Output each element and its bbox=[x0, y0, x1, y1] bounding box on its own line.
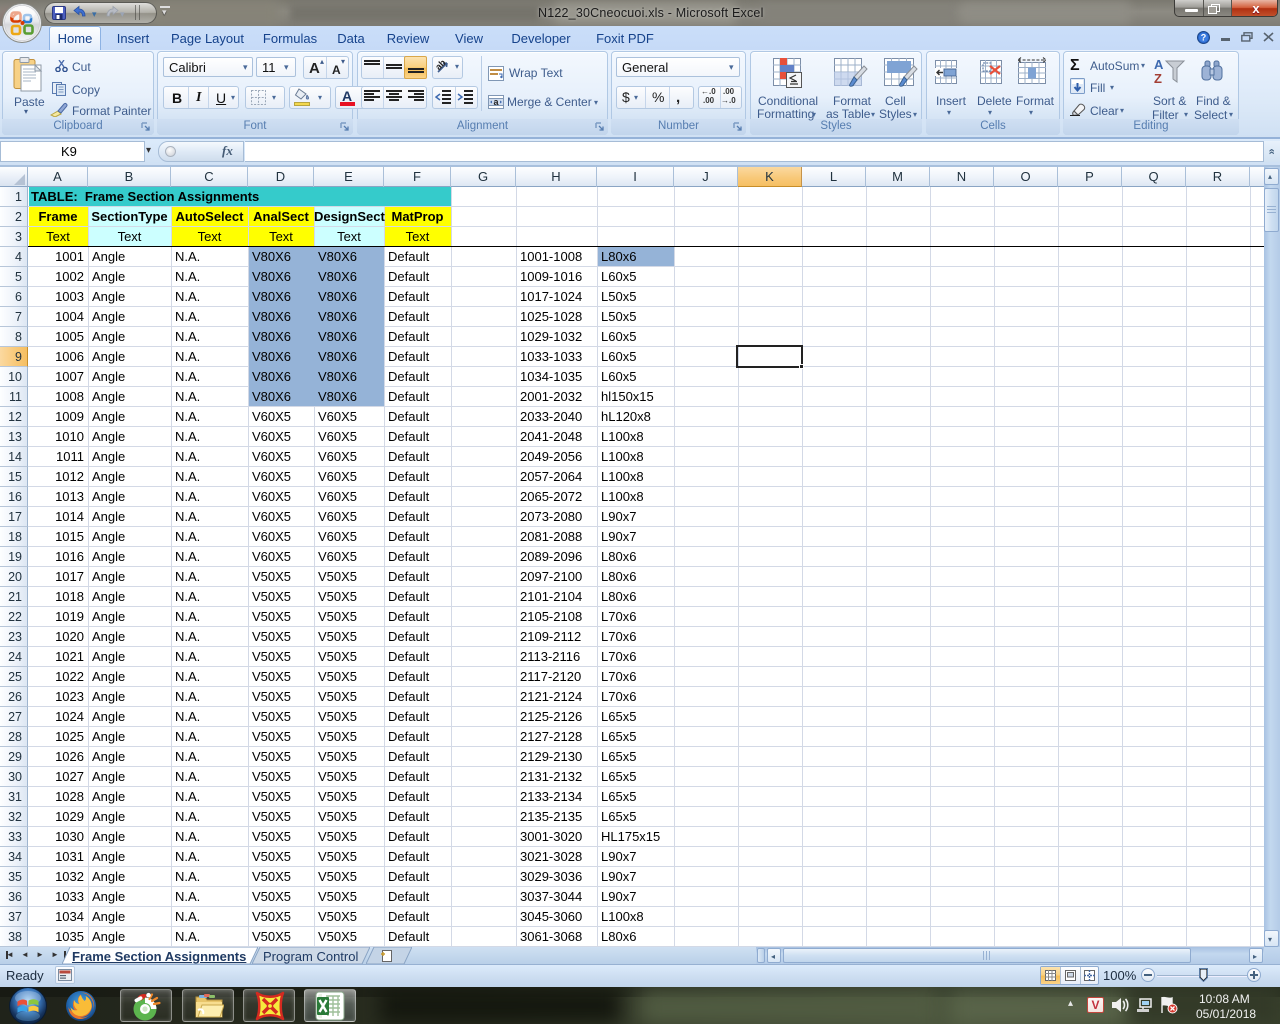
svg-text:A: A bbox=[1154, 58, 1164, 72]
svg-text:Z: Z bbox=[1154, 71, 1162, 85]
svg-text:?: ? bbox=[1201, 33, 1207, 43]
svg-text:ab: ab bbox=[436, 59, 448, 72]
